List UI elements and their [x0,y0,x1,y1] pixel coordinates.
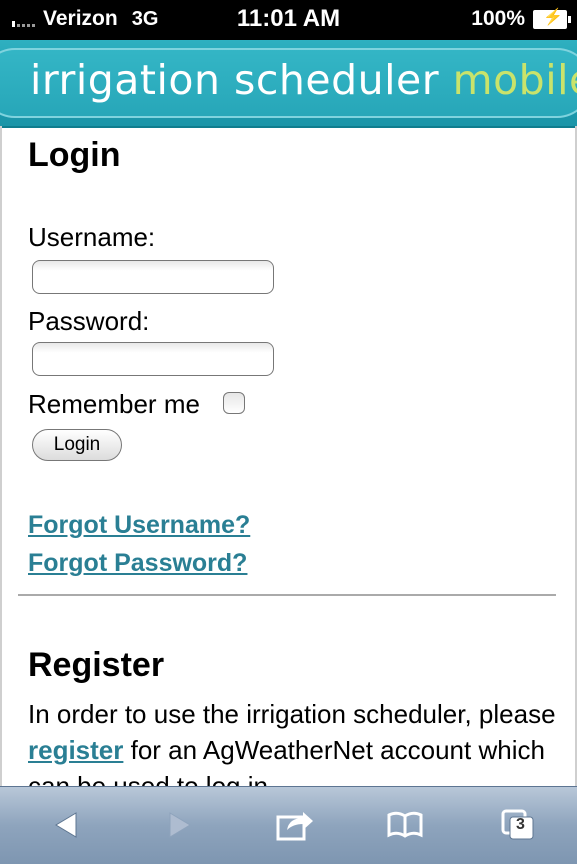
app-banner: irrigation scheduler mobile [0,40,577,128]
username-label: Username: [28,222,156,252]
remember-me-checkbox[interactable] [223,392,245,414]
share-icon[interactable] [270,803,320,847]
back-arrow-icon[interactable] [46,803,86,847]
password-input[interactable] [32,342,274,376]
remember-me-label: Remember me [28,389,200,419]
forgot-username-link[interactable]: Forgot Username? [28,511,250,540]
banner-title-main: irrigation scheduler [30,56,440,104]
username-input[interactable] [32,260,274,294]
battery-icon: ⚡ [533,9,571,29]
status-right: 100% ⚡ [471,7,571,31]
register-heading: Register [28,646,165,684]
password-label: Password: [28,306,150,336]
tabs-icon[interactable]: 3 [496,803,540,847]
login-button[interactable]: Login [32,429,122,461]
banner-title: irrigation scheduler mobile [30,56,577,104]
status-bar: Verizon 3G 11:01 AM 100% ⚡ [0,0,577,40]
login-heading: Login [28,136,121,174]
browser-toolbar: 3 [0,786,577,864]
battery-percent: 100% [471,7,525,30]
tabs-count: 3 [516,816,525,833]
bookmarks-icon[interactable] [380,803,430,847]
register-link[interactable]: register [28,735,123,765]
section-divider [18,594,556,596]
forward-arrow-icon[interactable] [160,803,200,847]
banner-title-accent: mobile [452,56,577,104]
register-text-before: In order to use the irrigation scheduler… [28,699,556,729]
forgot-password-link[interactable]: Forgot Password? [28,549,247,578]
main-content: Login Username: Password: Remember me Lo… [0,126,577,801]
